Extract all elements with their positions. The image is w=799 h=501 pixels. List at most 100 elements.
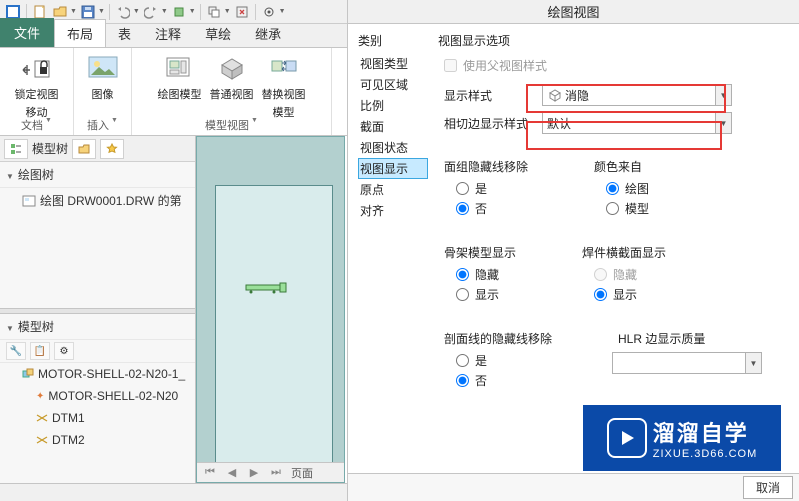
- model-tree-toolbar: 🔧 📋 ⚙: [0, 340, 195, 363]
- qat-close-icon[interactable]: [233, 3, 251, 21]
- ribbon-tab-file[interactable]: 文件: [0, 18, 54, 47]
- chevron-down-icon[interactable]: ▼: [279, 8, 286, 15]
- chevron-down-icon[interactable]: ▼: [111, 117, 118, 133]
- nav-next-icon[interactable]: ▶: [247, 466, 261, 479]
- model-tree-dtm2[interactable]: DTM2: [0, 429, 195, 451]
- face-hidden-yes-radio[interactable]: [456, 182, 469, 195]
- asm2-label: MOTOR-SHELL-02-N20: [48, 389, 178, 403]
- category-column: 类别 视图类型 可见区域 比例 截面 视图状态 视图显示 原点 对齐: [358, 32, 428, 473]
- chevron-down-icon[interactable]: ▼: [745, 353, 761, 373]
- normal-view-button[interactable]: 普通视图: [210, 52, 254, 117]
- weld-show-radio[interactable]: [594, 288, 607, 301]
- model-tree-dtm1[interactable]: DTM1: [0, 407, 195, 429]
- chevron-down-icon[interactable]: ▼: [251, 117, 258, 133]
- cat-section[interactable]: 截面: [358, 116, 428, 137]
- skeleton-title: 骨架模型显示: [444, 244, 516, 261]
- dtm1-label: DTM1: [52, 411, 85, 425]
- nav-last-icon[interactable]: ⏭: [269, 466, 283, 479]
- image-icon: [87, 52, 119, 84]
- cancel-button[interactable]: 取消: [743, 476, 793, 499]
- lock-view-move-button[interactable]: 锁定视图 移动: [15, 52, 59, 120]
- cat-origin[interactable]: 原点: [358, 179, 428, 200]
- color-from-model-radio[interactable]: [606, 202, 619, 215]
- qat-settings-icon[interactable]: [260, 3, 278, 21]
- fav-tab-icon[interactable]: [100, 139, 124, 159]
- folder-tab-icon[interactable]: [72, 139, 96, 159]
- color-from-group: 颜色来自 绘图 模型: [588, 148, 649, 220]
- qat-save-icon[interactable]: [79, 3, 97, 21]
- tree-tab-icon[interactable]: [4, 139, 28, 159]
- ribbon-group-modelview-title: 模型视图: [205, 117, 249, 133]
- nav-prev-icon[interactable]: ◀: [225, 466, 239, 479]
- chevron-down-icon[interactable]: ▼: [133, 8, 140, 15]
- tool-1-icon[interactable]: 🔧: [6, 342, 26, 360]
- chevron-down-icon[interactable]: ▼: [224, 8, 231, 15]
- ribbon-tab-sketch[interactable]: 草绘: [193, 20, 243, 47]
- qat-redo-icon[interactable]: [142, 3, 160, 21]
- cat-view-type[interactable]: 视图类型: [358, 53, 428, 74]
- use-parent-label: 使用父视图样式: [463, 57, 547, 74]
- model-tree-asm2[interactable]: ✦ MOTOR-SHELL-02-N20: [0, 385, 195, 407]
- chevron-down-icon[interactable]: ▼: [70, 8, 77, 15]
- model-tree-asm1[interactable]: MOTOR-SHELL-02-N20-1_: [0, 363, 195, 385]
- drawing-item-label: 绘图 DRW0001.DRW 的第: [40, 192, 182, 209]
- display-style-combo[interactable]: 消隐 ▼: [542, 84, 732, 106]
- tangent-style-combo[interactable]: 默认 ▼: [542, 112, 732, 134]
- chevron-down-icon[interactable]: ▼: [161, 8, 168, 15]
- cat-visible-area[interactable]: 可见区域: [358, 74, 428, 95]
- chevron-down-icon: [6, 168, 14, 182]
- nav-page-label[interactable]: 页面: [291, 465, 313, 481]
- drawing-tree-header[interactable]: 绘图树: [0, 162, 195, 188]
- tool-2-icon[interactable]: 📋: [30, 342, 50, 360]
- chevron-down-icon[interactable]: ▼: [45, 117, 52, 133]
- datum-icon: [36, 435, 48, 445]
- ribbon-tab-table[interactable]: 表: [106, 20, 143, 47]
- ribbon-group-modelview: 绘图模型 普通视图 替换视图 模型 模型视图▼: [132, 48, 332, 135]
- watermark-url: ZIXUE.3D66.COM: [653, 448, 757, 460]
- color-model-label: 模型: [625, 200, 649, 217]
- drawing-tree-item[interactable]: 绘图 DRW0001.DRW 的第: [0, 188, 195, 213]
- hlr-combo[interactable]: ▼: [612, 352, 762, 374]
- color-from-drawing-radio[interactable]: [606, 182, 619, 195]
- qat-windows-icon[interactable]: [205, 3, 223, 21]
- tangent-style-label: 相切边显示样式: [444, 115, 536, 132]
- chevron-down-icon[interactable]: ▼: [715, 85, 731, 105]
- model-glyph-icon: [244, 282, 290, 294]
- model-tree-header[interactable]: 模型树: [0, 314, 195, 340]
- tree-tab-label[interactable]: 模型树: [32, 140, 68, 157]
- drawing-tree-title: 绘图树: [18, 166, 54, 183]
- chevron-down-icon[interactable]: ▼: [189, 8, 196, 15]
- ribbon-group-insert: 图像 插入▼: [74, 48, 132, 135]
- skeleton-show-radio[interactable]: [456, 288, 469, 301]
- skeleton-hide-radio[interactable]: [456, 268, 469, 281]
- cat-scale[interactable]: 比例: [358, 95, 428, 116]
- show-label: 显示: [475, 286, 499, 303]
- ribbon-tab-annotate[interactable]: 注释: [143, 20, 193, 47]
- replace-view-model-button[interactable]: 替换视图 模型: [262, 52, 306, 120]
- hatch-no-radio[interactable]: [456, 374, 469, 387]
- tool-3-icon[interactable]: ⚙: [54, 342, 74, 360]
- use-parent-row: 使用父视图样式: [444, 57, 789, 74]
- hatch-yes-radio[interactable]: [456, 354, 469, 367]
- weld-hide-label: 隐藏: [613, 266, 637, 283]
- dialog-footer: 取消: [348, 473, 799, 501]
- face-hidden-no-radio[interactable]: [456, 202, 469, 215]
- chevron-down-icon[interactable]: ▼: [98, 8, 105, 15]
- drawing-model-button[interactable]: 绘图模型: [158, 52, 202, 117]
- cat-view-display[interactable]: 视图显示: [358, 158, 428, 179]
- no-label: 否: [475, 200, 487, 217]
- qat-regen-icon[interactable]: [170, 3, 188, 21]
- ribbon-tab-layout[interactable]: 布局: [54, 19, 106, 47]
- chevron-down-icon[interactable]: ▼: [715, 113, 731, 133]
- image-button[interactable]: 图像: [87, 52, 119, 117]
- ribbon-tab-inherit[interactable]: 继承: [243, 20, 293, 47]
- drawing-canvas[interactable]: ⏮ ◀ ▶ ⏭ 页面: [196, 136, 345, 483]
- yes-label: 是: [475, 180, 487, 197]
- sheet-icon: [22, 195, 36, 207]
- use-parent-checkbox[interactable]: [444, 59, 457, 72]
- qat-undo-icon[interactable]: [114, 3, 132, 21]
- nav-first-icon[interactable]: ⏮: [203, 466, 217, 479]
- drawing-sheet[interactable]: [215, 185, 333, 477]
- cat-view-state[interactable]: 视图状态: [358, 137, 428, 158]
- cat-align[interactable]: 对齐: [358, 200, 428, 221]
